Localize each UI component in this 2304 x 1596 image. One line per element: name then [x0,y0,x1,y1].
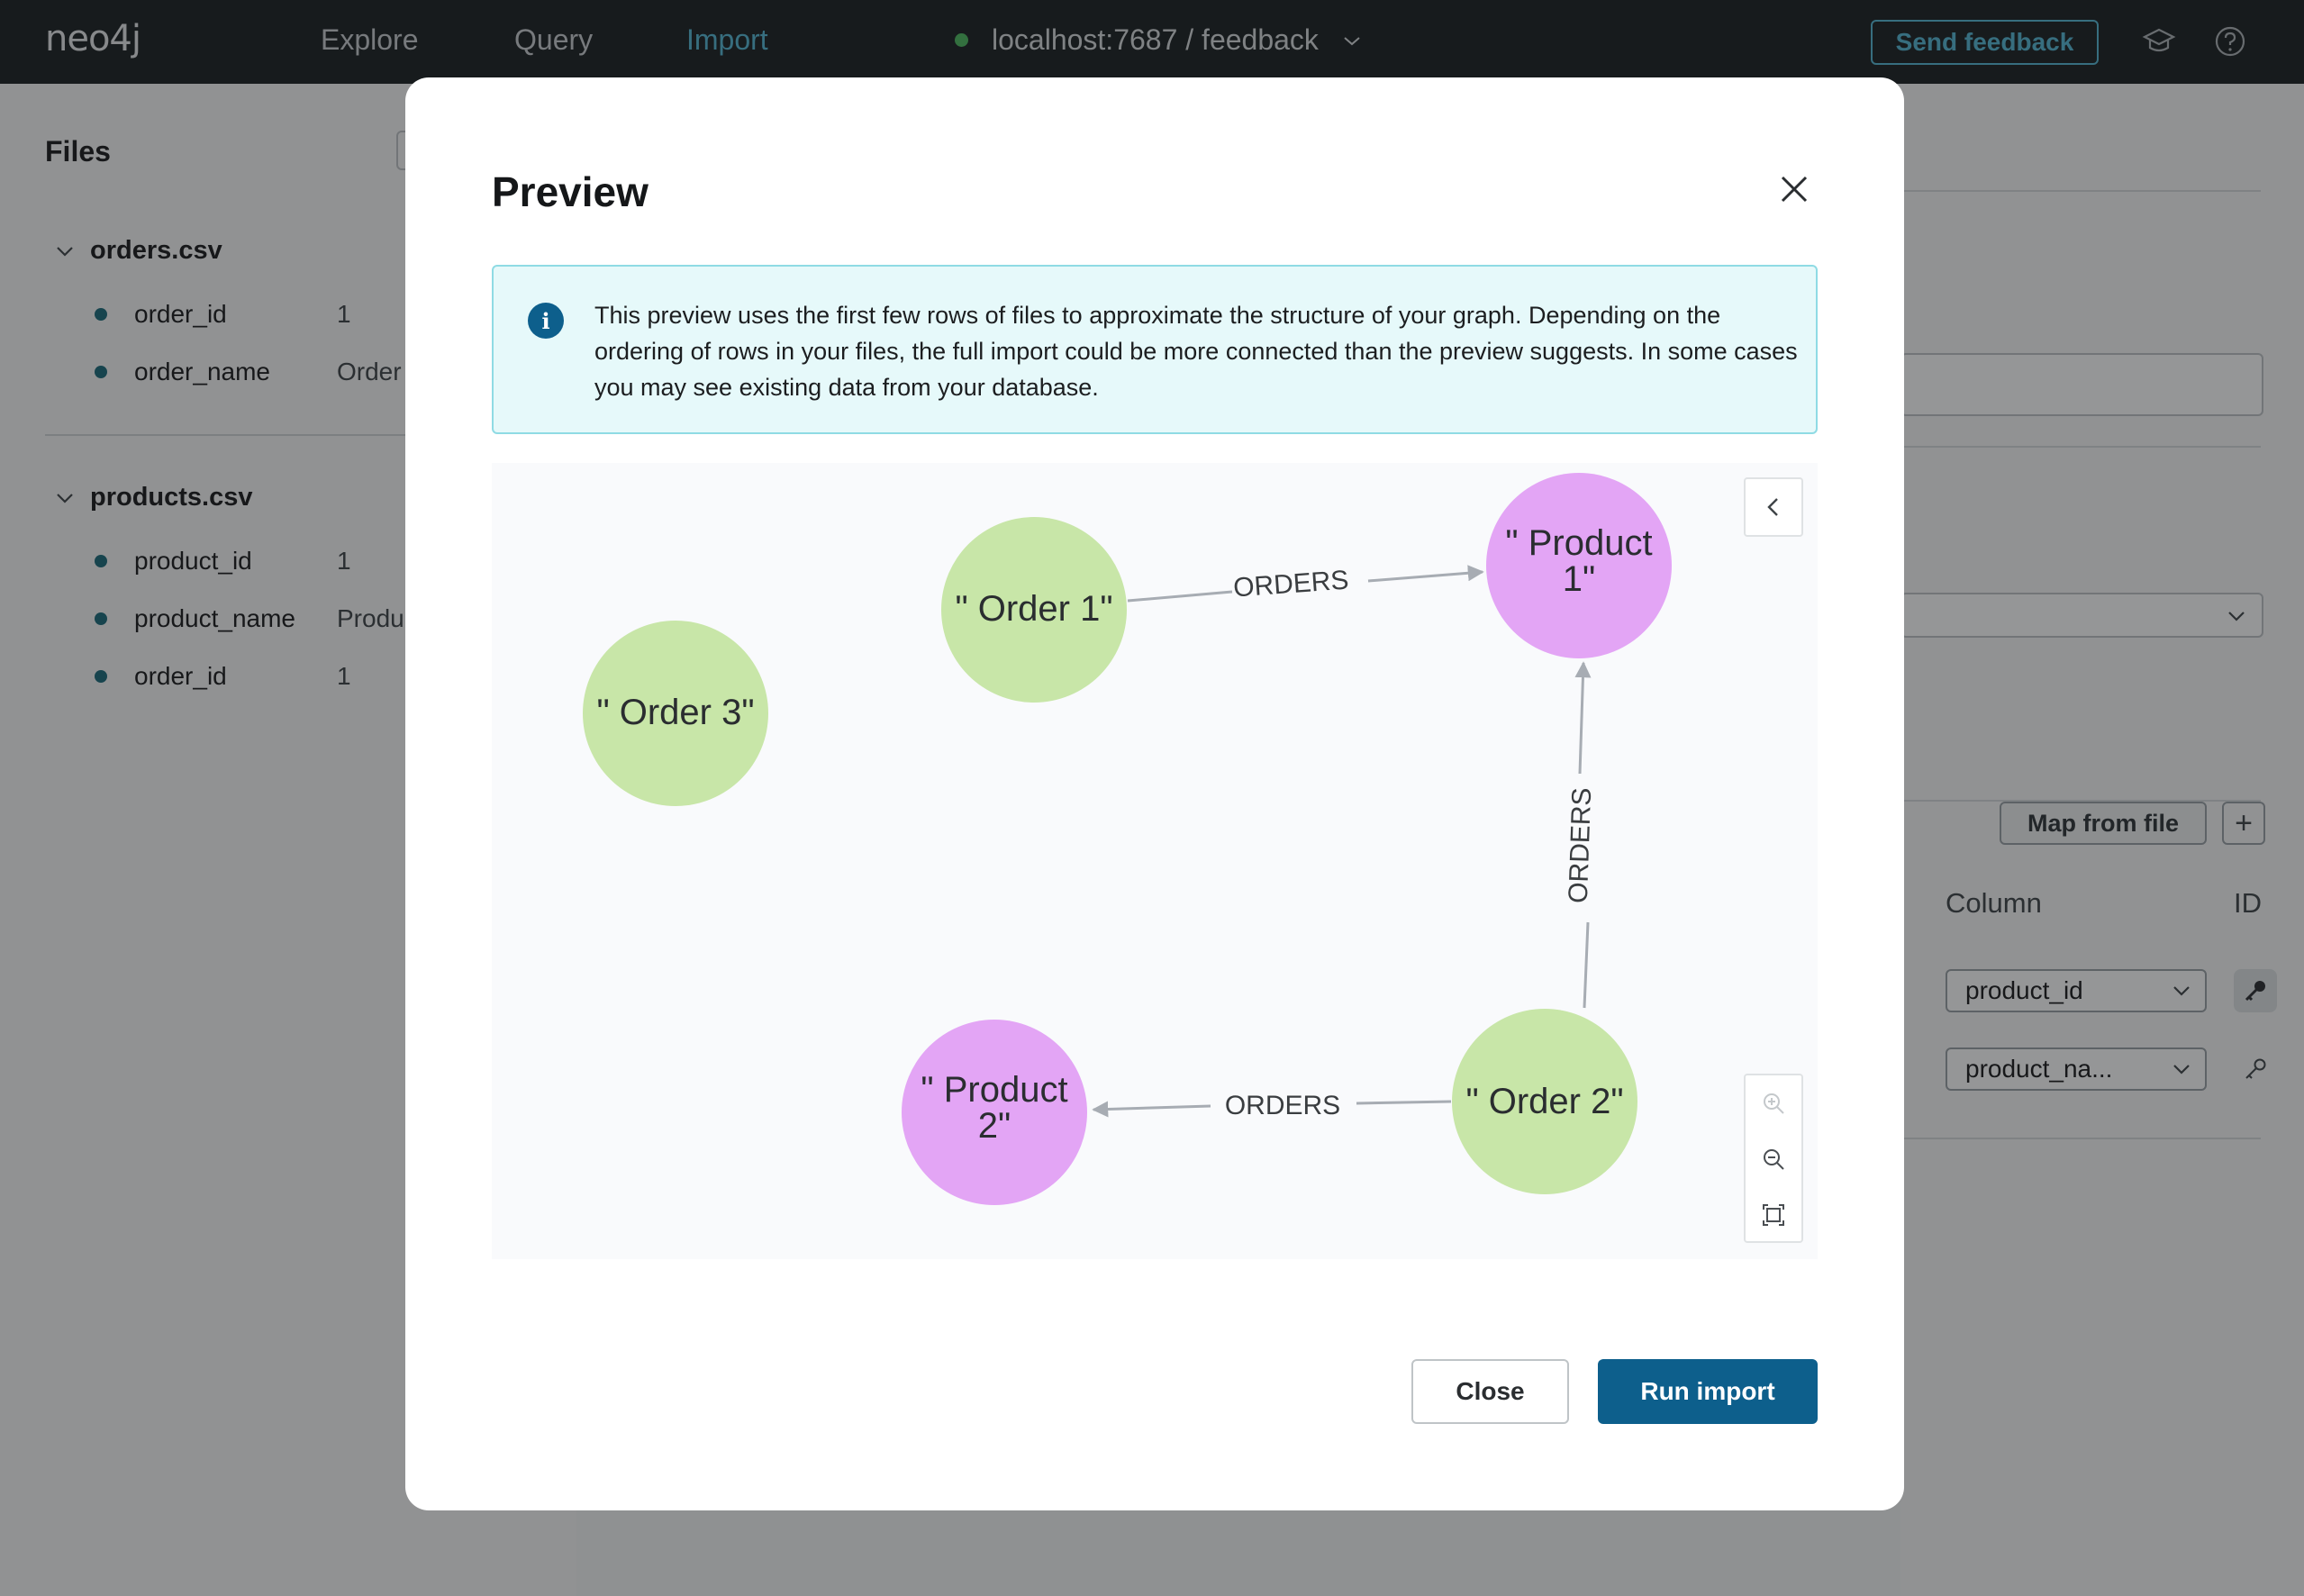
relationship-arrow [1092,1101,1211,1118]
graph-canvas[interactable]: ORDERS ORDERS ORDERS " Order 1" " Produc… [492,463,1818,1259]
zoom-in-button[interactable] [1746,1075,1801,1131]
close-button[interactable]: Close [1411,1359,1569,1424]
relationship-line [1127,590,1233,603]
node-label: " Order 3" [596,693,754,732]
graph-node[interactable]: " Product 2" [902,1020,1087,1205]
close-icon[interactable] [1774,169,1814,209]
graph-node[interactable]: " Order 2" [1452,1009,1637,1194]
relationship-line [1583,921,1590,1009]
info-icon: i [528,303,564,339]
collapse-panel-button[interactable] [1744,477,1803,537]
graph-node[interactable]: " Order 1" [941,517,1127,703]
info-banner: i This preview uses the first few rows o… [492,265,1818,434]
chevron-left-icon [1767,498,1778,516]
node-label: " Order 2" [1465,1082,1623,1121]
relationship-arrow [1367,565,1484,583]
graph-preview[interactable]: ORDERS ORDERS ORDERS " Order 1" " Produc… [492,463,1818,1259]
node-label: " Order 1" [955,589,1112,629]
run-import-button[interactable]: Run import [1598,1359,1818,1424]
relationship-line [1356,1100,1452,1105]
relationship-label: ORDERS [1225,1091,1340,1120]
graph-node[interactable]: " Product 1" [1486,473,1672,658]
zoom-out-button[interactable] [1746,1131,1801,1187]
node-label: " Product [1505,523,1652,563]
zoom-in-icon [1764,1093,1784,1114]
zoom-controls [1744,1074,1803,1243]
relationship-label: ORDERS [1232,566,1349,603]
fit-to-screen-button[interactable] [1746,1187,1801,1243]
relationship-arrow [1574,661,1592,775]
node-label: 1" [1563,559,1595,599]
preview-dialog: Preview i This preview uses the first fe… [405,77,1904,1510]
zoom-out-icon [1764,1149,1784,1170]
node-label: " Product [921,1070,1067,1110]
node-label: 2" [978,1106,1011,1146]
dialog-title: Preview [492,168,649,215]
relationship-label: ORDERS [1564,787,1597,903]
graph-node[interactable]: " Order 3" [583,621,768,806]
info-text: This preview uses the first few rows of … [594,302,1798,401]
fit-screen-icon [1763,1204,1784,1226]
